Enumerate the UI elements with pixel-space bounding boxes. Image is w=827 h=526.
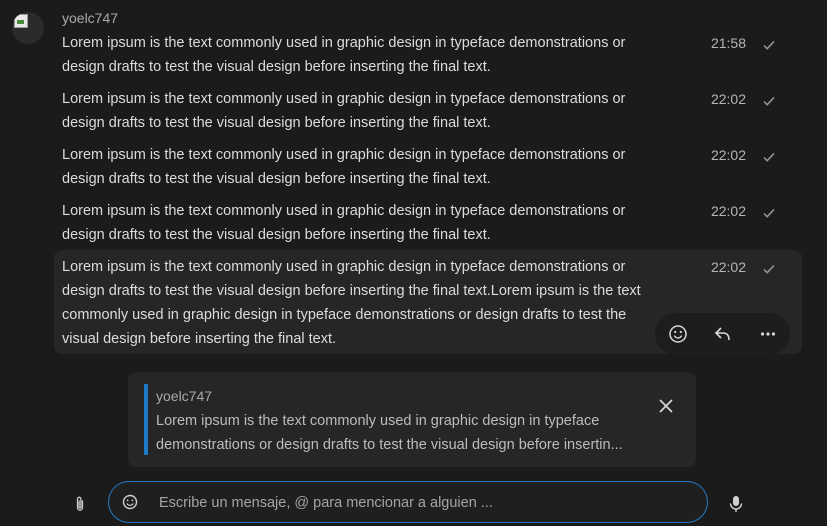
message-input[interactable] bbox=[157, 490, 681, 516]
microphone-icon[interactable] bbox=[727, 494, 745, 514]
message-text: Lorem ipsum is the text commonly used in… bbox=[62, 91, 626, 131]
message-time: 22:02 bbox=[710, 147, 746, 163]
emoji-icon[interactable] bbox=[666, 322, 690, 346]
message-text: Lorem ipsum is the text commonly used in… bbox=[62, 203, 626, 243]
sent-check-icon bbox=[763, 96, 775, 106]
reply-accent-bar bbox=[144, 384, 148, 455]
message-text: Lorem ipsum is the text commonly used in… bbox=[62, 35, 626, 75]
close-icon[interactable] bbox=[656, 396, 676, 416]
attach-icon[interactable] bbox=[70, 494, 90, 514]
reply-quoted-text: Lorem ipsum is the text commonly used in… bbox=[156, 413, 623, 453]
message-time: 22:02 bbox=[710, 259, 746, 275]
message-text: Lorem ipsum is the text commonly used in… bbox=[62, 147, 626, 187]
message-sender-name[interactable]: yoelc747 bbox=[62, 10, 118, 26]
message-item[interactable]: Lorem ipsum is the text commonly used in… bbox=[54, 143, 802, 191]
message-time: 22:02 bbox=[710, 203, 746, 219]
reply-author: yoelc747 bbox=[156, 388, 213, 404]
emoji-icon[interactable] bbox=[121, 493, 139, 511]
message-item[interactable]: Lorem ipsum is the text commonly used in… bbox=[54, 31, 802, 79]
reply-icon[interactable] bbox=[711, 322, 735, 346]
sent-check-icon bbox=[763, 208, 775, 218]
sent-check-icon bbox=[763, 40, 775, 50]
message-item[interactable]: Lorem ipsum is the text commonly used in… bbox=[54, 199, 802, 247]
reply-preview: yoelc747 Lorem ipsum is the text commonl… bbox=[128, 372, 696, 467]
message-time: 21:58 bbox=[710, 35, 746, 51]
message-text: Lorem ipsum is the text commonly used in… bbox=[62, 259, 641, 347]
message-item[interactable]: Lorem ipsum is the text commonly used in… bbox=[54, 87, 802, 135]
message-composer[interactable] bbox=[108, 481, 708, 523]
message-actions-toolbar bbox=[655, 313, 790, 355]
avatar[interactable] bbox=[12, 12, 44, 44]
broken-image-icon bbox=[14, 14, 28, 28]
sent-check-icon bbox=[763, 264, 775, 274]
more-icon[interactable] bbox=[756, 322, 780, 346]
message-time: 22:02 bbox=[710, 91, 746, 107]
sent-check-icon bbox=[763, 152, 775, 162]
